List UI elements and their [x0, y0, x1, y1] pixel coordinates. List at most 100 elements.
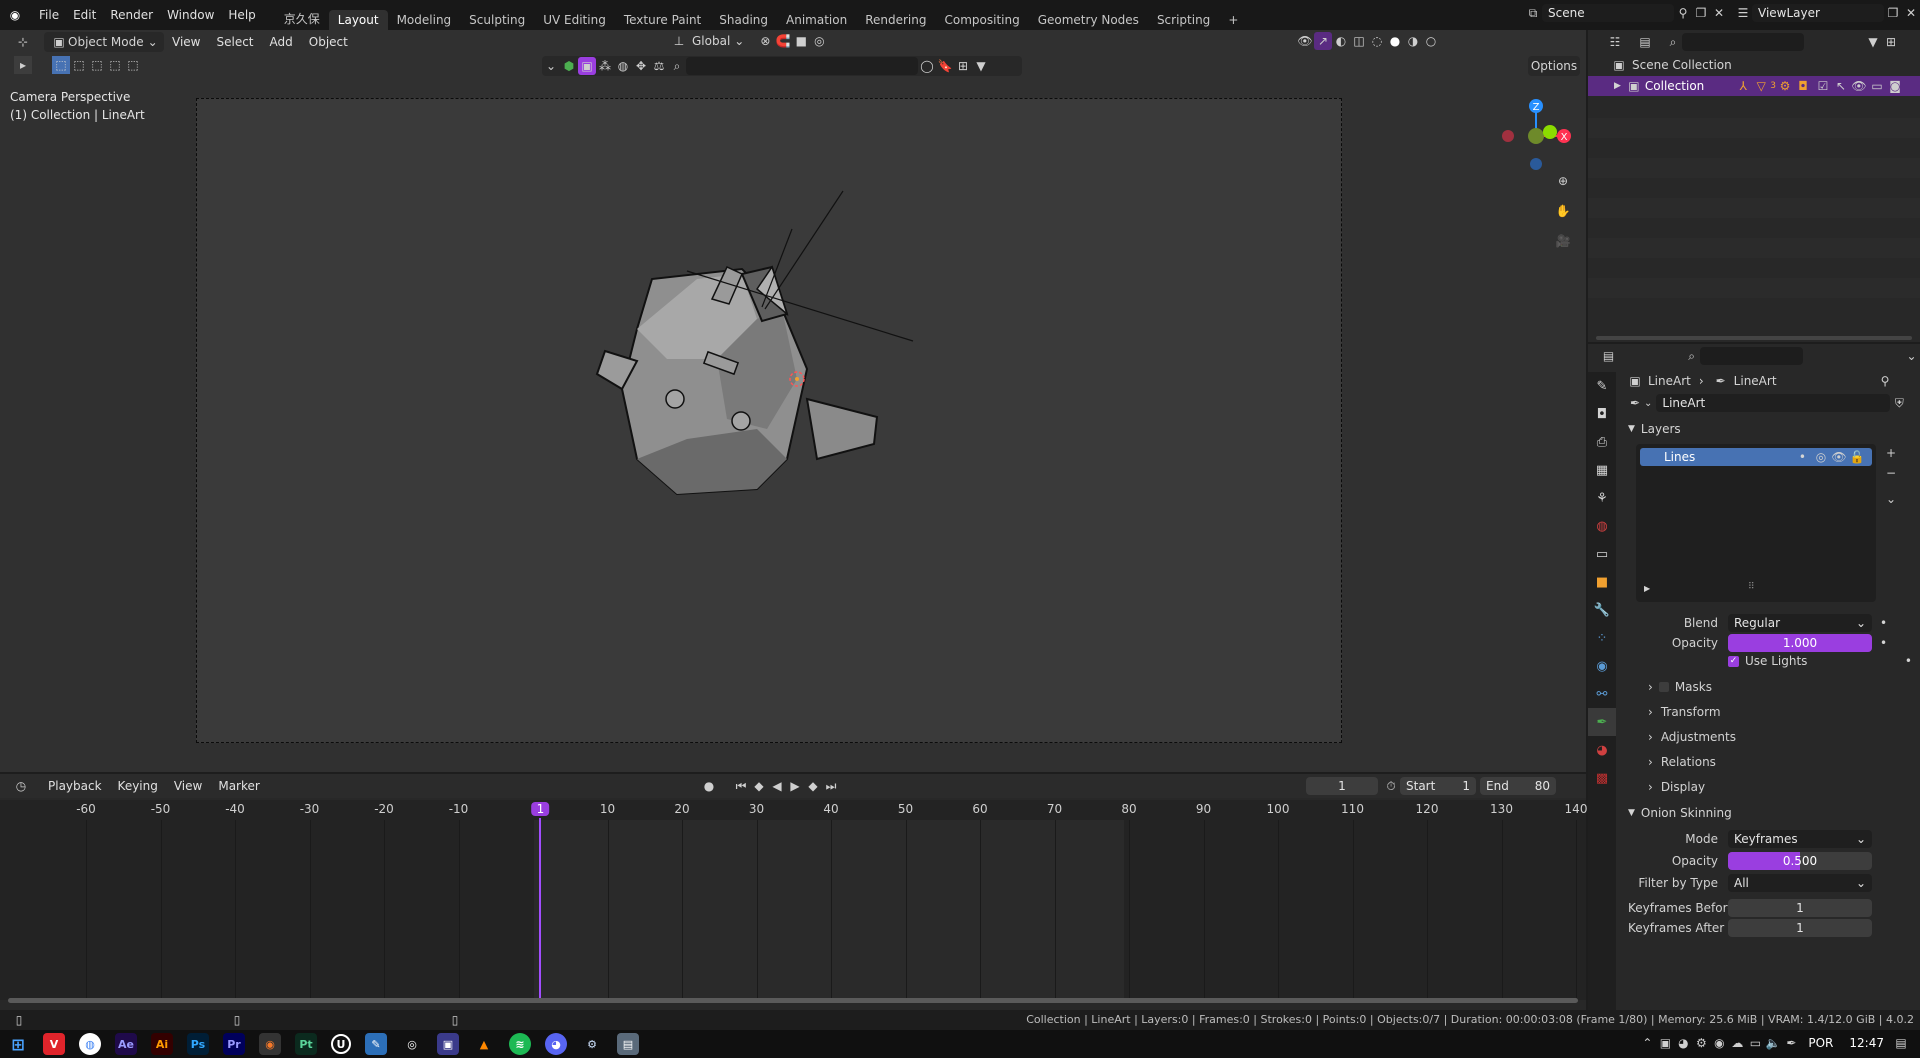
pen-icon[interactable]: ✒ — [1782, 1034, 1800, 1052]
pin-icon[interactable]: ⚲ — [1674, 4, 1692, 22]
outliner-scrollbar[interactable] — [1596, 336, 1912, 340]
snap-target-icon[interactable]: ■ — [792, 32, 810, 50]
editor-type-icon[interactable]: ⊹ — [14, 33, 32, 51]
tray-discord-icon[interactable]: ◕ — [1674, 1034, 1692, 1052]
output-tab-icon[interactable]: ⎙ — [1588, 428, 1616, 456]
tray-nvidia-icon[interactable]: ◉ — [1710, 1034, 1728, 1052]
outliner-editor-icon[interactable]: ☷ — [1606, 33, 1624, 51]
zoom-icon[interactable]: ⊕ — [1554, 172, 1572, 190]
menu-help[interactable]: Help — [221, 8, 262, 22]
stroke-mode-icon[interactable]: ▣ — [578, 57, 596, 75]
layers-list[interactable]: Lines • ◎ 👁 🔓 ▶ ⠿ — [1636, 444, 1876, 602]
overlay-toggle-icon[interactable]: ◐ — [1332, 32, 1350, 50]
scene-field[interactable]: Scene — [1542, 4, 1674, 22]
playhead-line[interactable] — [539, 818, 542, 998]
menu-render[interactable]: Render — [103, 8, 160, 22]
tab-sculpting[interactable]: Sculpting — [460, 10, 534, 30]
tool-tab-icon[interactable]: ✎ — [1588, 372, 1616, 400]
keyframes-before-field[interactable]: 1 — [1728, 899, 1872, 917]
material-shading-icon[interactable]: ◑ — [1404, 32, 1422, 50]
tab-geometry-nodes[interactable]: Geometry Nodes — [1029, 10, 1148, 30]
view-layer-icon[interactable]: ☰ — [1734, 4, 1752, 22]
new-collection-icon[interactable]: ⊞ — [1882, 33, 1900, 51]
menu-file[interactable]: File — [32, 8, 66, 22]
display-mode-icon[interactable]: ▤ — [1636, 33, 1654, 51]
masks-subpanel[interactable]: › Masks — [1648, 680, 1712, 694]
remove-layer-icon[interactable]: − — [1882, 464, 1900, 482]
menu-edit[interactable]: Edit — [66, 8, 103, 22]
pin-icon[interactable]: ⚲ — [1876, 372, 1894, 390]
timeline-scrollbar[interactable] — [0, 998, 1586, 1004]
properties-editor-icon[interactable]: ▤ — [1600, 347, 1617, 365]
tray-chevron-up-icon[interactable]: ⌃ — [1638, 1034, 1656, 1052]
select-tool-icon[interactable]: ▸ — [14, 56, 32, 74]
menu-view[interactable]: View — [164, 35, 208, 49]
select-invert-icon[interactable]: ⬚ — [106, 56, 124, 74]
menu-add[interactable]: Add — [262, 35, 301, 49]
tab-rendering[interactable]: Rendering — [856, 10, 935, 30]
orientation-dropdown[interactable]: Global — [692, 34, 730, 48]
gizmo-toggle-icon[interactable]: ↗ — [1314, 32, 1332, 50]
timeline-editor[interactable]: ◷ Playback Keying View Marker ● ⏮ ◆ ◀ ▶ … — [0, 774, 1587, 1010]
view-layer-tab-icon[interactable]: ▦ — [1588, 456, 1616, 484]
select-extend-icon[interactable]: ⬚ — [70, 56, 88, 74]
app-icon[interactable]: ▤ — [617, 1033, 639, 1055]
pivot-icon[interactable]: ⊗ — [756, 32, 774, 50]
constraints-tab-icon[interactable]: ⚯ — [1588, 680, 1616, 708]
language-indicator[interactable]: POR — [1808, 1036, 1833, 1050]
selectable-icon[interactable]: ↖ — [1832, 77, 1850, 95]
adjustments-subpanel[interactable]: › Adjustments — [1648, 730, 1736, 744]
tray-cloud-icon[interactable]: ☁ — [1728, 1034, 1746, 1052]
collection-tab-icon[interactable]: ▭ — [1588, 540, 1616, 568]
opacity-slider[interactable]: 1.000 — [1728, 634, 1872, 652]
add-workspace-icon[interactable]: + — [1219, 10, 1247, 30]
volume-icon[interactable]: 🔈 — [1764, 1034, 1782, 1052]
view-layer-field[interactable]: ViewLayer — [1752, 4, 1884, 22]
network-icon[interactable]: ▭ — [1746, 1034, 1764, 1052]
layers-panel-header[interactable]: ▼ Layers — [1628, 422, 1681, 436]
onion-opacity-slider[interactable]: 0.500 — [1728, 852, 1872, 870]
after-effects-icon[interactable]: Ae — [115, 1033, 137, 1055]
illustrator-icon[interactable]: Ai — [151, 1033, 173, 1055]
chevron-down-icon[interactable]: ⌄ — [542, 57, 560, 75]
tab-workspace-custom[interactable]: 京久保 — [275, 7, 329, 30]
vivaldi-icon[interactable]: V — [43, 1033, 65, 1055]
onion-skin-icon[interactable]: ◎ — [1812, 448, 1830, 466]
photoshop-icon[interactable]: Ps — [187, 1033, 209, 1055]
list-expand-icon[interactable]: ▶ — [1644, 584, 1650, 593]
pan-hand-icon[interactable]: ✋ — [1554, 202, 1572, 220]
exclude-checkbox-icon[interactable]: ☑ — [1814, 77, 1832, 95]
notifications-icon[interactable]: ▤ — [1892, 1034, 1910, 1052]
viewport-disable-icon[interactable]: ▭ — [1868, 77, 1886, 95]
blend-dropdown[interactable]: Regular ⌄ — [1728, 614, 1872, 632]
options-button[interactable]: Options — [1528, 56, 1580, 76]
media-icon[interactable]: ▣ — [437, 1033, 459, 1055]
layer-item-lines[interactable]: Lines • ◎ 👁 🔓 — [1640, 448, 1872, 466]
transform-subpanel[interactable]: › Transform — [1648, 705, 1721, 719]
menu-window[interactable]: Window — [160, 8, 221, 22]
clipstudio-icon[interactable]: ✎ — [365, 1033, 387, 1055]
unreal-icon[interactable]: U — [331, 1034, 351, 1054]
tab-shading[interactable]: Shading — [710, 10, 777, 30]
select-intersect-icon[interactable]: ⬚ — [124, 56, 142, 74]
object-tab-icon[interactable]: ■ — [1588, 568, 1616, 596]
fake-user-shield-icon[interactable]: ⛨ — [1890, 394, 1908, 412]
use-lights-checkbox[interactable]: ✓ — [1728, 655, 1739, 667]
outliner-collection-row[interactable]: ▶ ▣ Collection ⅄ ▽ 3 ⚙ ◘ ☑ ↖ 👁 ▭ ◙ — [1588, 76, 1920, 96]
material-tab-icon[interactable]: ◕ — [1588, 736, 1616, 764]
vlc-icon[interactable]: ▲ — [473, 1033, 495, 1055]
properties-editor[interactable]: ▤ ⌕ ⌄ ✎ ◘ ⎙ ▦ ⚘ ◍ ▭ ■ 🔧 ⁘ ◉ ⚯ ✒ ◕ ▩ ▣ Li… — [1588, 344, 1920, 1010]
gp-search-input[interactable] — [686, 57, 918, 75]
select-subtract-icon[interactable]: ⬚ — [88, 56, 106, 74]
tab-compositing[interactable]: Compositing — [935, 10, 1028, 30]
particles-tab-icon[interactable]: ⁘ — [1588, 624, 1616, 652]
copy-scene-icon[interactable]: ❐ — [1692, 4, 1710, 22]
spotify-icon[interactable]: ≋ — [509, 1033, 531, 1055]
select-new-icon[interactable]: ⬚ — [52, 56, 70, 74]
tab-animation[interactable]: Animation — [777, 10, 856, 30]
clock[interactable]: 12:47 — [1849, 1036, 1884, 1050]
blender-taskbar-icon[interactable]: ◉ — [259, 1033, 281, 1055]
world-tab-icon[interactable]: ◍ — [1588, 512, 1616, 540]
steam-icon[interactable]: ⚙ — [581, 1033, 603, 1055]
close-icon[interactable]: ✕ — [1710, 4, 1728, 22]
